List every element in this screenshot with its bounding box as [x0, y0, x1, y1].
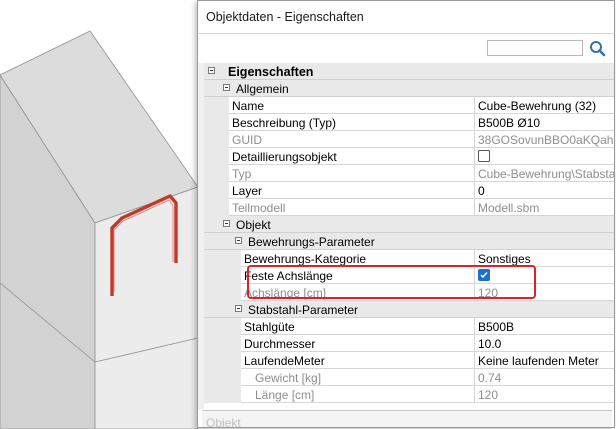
row-gutter	[219, 199, 229, 216]
property-name: LaufendeMeter	[241, 352, 475, 369]
category-label: Allgemein	[236, 82, 289, 96]
row-gutter	[204, 131, 219, 148]
property-name: GUID	[229, 131, 475, 148]
category-stabstahl-parameter[interactable]: Stabstahl-Parameter	[204, 301, 614, 318]
row-gutter	[219, 131, 229, 148]
cube-front-face	[94, 186, 199, 429]
search-icon[interactable]	[589, 39, 607, 59]
highlight-box	[247, 265, 536, 299]
property-name: Länge [cm]	[241, 386, 475, 403]
property-row-name[interactable]: Name Cube-Bewehrung (32)	[204, 97, 614, 114]
row-gutter	[204, 386, 241, 403]
property-row-detaillierungsobjekt[interactable]: Detaillierungsobjekt	[204, 148, 614, 165]
row-gutter	[204, 369, 241, 386]
property-row-guid[interactable]: GUID 38GOSovunBBO0aKQah…	[204, 131, 614, 148]
row-gutter	[219, 165, 229, 182]
property-name: Name	[229, 97, 475, 114]
category-eigenschaften[interactable]: Eigenschaften	[204, 63, 614, 80]
property-name: Durchmesser	[241, 335, 475, 352]
row-gutter	[204, 97, 219, 114]
property-row-laufendemeter[interactable]: LaufendeMeter Keine laufenden Meter	[204, 352, 614, 369]
row-gutter	[219, 114, 229, 131]
property-row-beschreibung[interactable]: Beschreibung (Typ) B500B Ø10	[204, 114, 614, 131]
property-value[interactable]: 10.0	[475, 335, 614, 352]
row-gutter	[204, 284, 241, 301]
collapse-icon[interactable]	[223, 84, 230, 91]
property-value: Modell.sbm	[475, 199, 614, 216]
property-value[interactable]: Keine laufenden Meter	[475, 352, 614, 369]
description-footer: Objekt	[202, 410, 612, 428]
collapse-icon[interactable]	[235, 237, 242, 244]
footer-label: Objekt	[206, 416, 241, 428]
property-row-laenge[interactable]: Länge [cm] 120	[204, 386, 614, 403]
search-bar	[198, 33, 614, 64]
property-row-durchmesser[interactable]: Durchmesser 10.0	[204, 335, 614, 352]
properties-panel: Objektdaten - Eigenschaften Eigenschafte…	[197, 0, 615, 428]
row-gutter	[204, 182, 219, 199]
category-label: Eigenschaften	[228, 65, 314, 79]
property-name: Detaillierungsobjekt	[229, 148, 475, 165]
category-allgemein[interactable]: Allgemein	[204, 80, 614, 97]
row-gutter	[204, 352, 241, 369]
property-row-typ[interactable]: Typ Cube-Bewehrung\Stabstahl	[204, 165, 614, 182]
collapse-icon[interactable]	[208, 67, 215, 74]
category-bewehrungs-parameter[interactable]: Bewehrungs-Parameter	[204, 233, 614, 250]
property-row-gewicht[interactable]: Gewicht [kg] 0.74	[204, 369, 614, 386]
row-gutter	[204, 250, 241, 267]
row-gutter	[204, 267, 241, 284]
property-value: 0.74	[475, 369, 614, 386]
property-row-teilmodell[interactable]: Teilmodell Modell.sbm	[204, 199, 614, 216]
row-gutter	[204, 114, 219, 131]
row-gutter	[204, 148, 219, 165]
concrete-cube	[0, 30, 199, 429]
category-label: Objekt	[236, 218, 271, 232]
category-objekt[interactable]: Objekt	[204, 216, 614, 233]
property-value: Cube-Bewehrung\Stabstahl	[475, 165, 614, 182]
property-value: 38GOSovunBBO0aKQah…	[475, 131, 614, 148]
category-label: Stabstahl-Parameter	[248, 303, 359, 317]
property-row-stahlguete[interactable]: Stahlgüte B500B	[204, 318, 614, 335]
row-gutter	[204, 165, 219, 182]
category-label: Bewehrungs-Parameter	[248, 235, 375, 249]
property-value[interactable]: 0	[475, 182, 614, 199]
panel-titlebar[interactable]: Objektdaten - Eigenschaften	[198, 1, 614, 33]
row-gutter	[219, 148, 229, 165]
search-input[interactable]	[487, 40, 583, 56]
row-gutter	[204, 199, 219, 216]
property-value[interactable]: Cube-Bewehrung (32)	[475, 97, 614, 114]
property-name: Gewicht [kg]	[241, 369, 475, 386]
row-gutter	[219, 182, 229, 199]
row-gutter	[219, 97, 229, 114]
property-name: Typ	[229, 165, 475, 182]
property-value[interactable]: B500B Ø10	[475, 114, 614, 131]
property-name: Teilmodell	[229, 199, 475, 216]
collapse-icon[interactable]	[223, 220, 230, 227]
collapse-icon[interactable]	[235, 305, 242, 312]
property-value: 120	[475, 386, 614, 403]
row-gutter	[204, 335, 241, 352]
property-value[interactable]: B500B	[475, 318, 614, 335]
property-value	[475, 148, 614, 165]
property-name: Stahlgüte	[241, 318, 475, 335]
property-grid: Eigenschaften Allgemein Name Cube-Bewehr…	[204, 63, 614, 405]
detaillierungsobjekt-checkbox[interactable]	[478, 150, 490, 162]
property-name: Beschreibung (Typ)	[229, 114, 475, 131]
panel-title: Objektdaten - Eigenschaften	[206, 10, 364, 24]
property-row-layer[interactable]: Layer 0	[204, 182, 614, 199]
property-name: Layer	[229, 182, 475, 199]
row-gutter	[204, 318, 241, 335]
